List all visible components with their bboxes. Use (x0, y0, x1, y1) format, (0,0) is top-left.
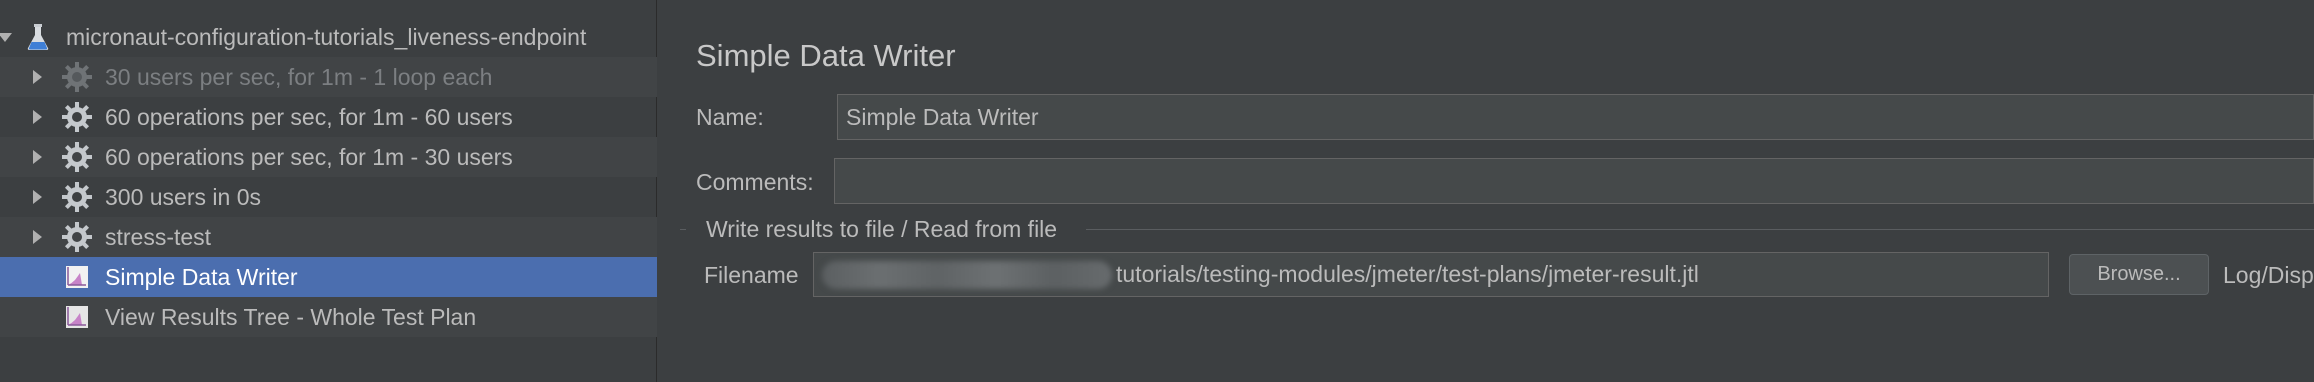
log-display-label: Log/Disp (2223, 262, 2314, 288)
tree-item-label: View Results Tree - Whole Test Plan (105, 304, 477, 330)
test-plan-tree: micronaut-configuration-tutorials_livene… (0, 0, 657, 382)
filename-field[interactable]: tutorials/testing-modules/jmeter/test-pl… (813, 252, 2049, 297)
flask-icon (22, 21, 54, 53)
gear-icon (61, 101, 93, 133)
group-border (1086, 229, 2314, 230)
expand-arrow-icon[interactable] (33, 230, 42, 244)
expand-arrow-icon[interactable] (33, 110, 42, 124)
comments-label: Comments: (696, 169, 814, 195)
expand-arrow-icon[interactable] (33, 150, 42, 164)
tree-item-thread-group[interactable]: stress-test (0, 217, 657, 257)
filename-field-value: tutorials/testing-modules/jmeter/test-pl… (1116, 261, 1699, 287)
tree-item-thread-group[interactable]: 60 operations per sec, for 1m - 60 users (0, 97, 657, 137)
chart-icon (61, 261, 93, 293)
tree-item-label: stress-test (105, 224, 212, 250)
jmeter-window: micronaut-configuration-tutorials_livene… (0, 0, 2314, 382)
expand-arrow-icon[interactable] (33, 190, 42, 204)
gear-icon (61, 141, 93, 173)
tree-item-thread-group[interactable]: 300 users in 0s (0, 177, 657, 217)
browse-button[interactable]: Browse... (2069, 254, 2209, 295)
tree-item-thread-group[interactable]: 30 users per sec, for 1m - 1 loop each (0, 57, 657, 97)
collapse-arrow-icon[interactable] (0, 33, 12, 42)
tree-item-label: 60 operations per sec, for 1m - 30 users (105, 144, 513, 170)
expand-arrow-icon[interactable] (33, 70, 42, 84)
gear-icon (61, 221, 93, 253)
tree-item-label: Simple Data Writer (105, 264, 298, 290)
tree-root-test-plan[interactable]: micronaut-configuration-tutorials_livene… (0, 17, 657, 57)
name-field[interactable]: Simple Data Writer (837, 94, 2314, 140)
group-title: Write results to file / Read from file (702, 215, 1062, 243)
filename-label: Filename (704, 262, 799, 288)
tree-item-label: 30 users per sec, for 1m - 1 loop each (105, 64, 493, 90)
element-config-panel: Simple Data Writer Name: Simple Data Wri… (672, 0, 2314, 382)
tree-item-thread-group[interactable]: 60 operations per sec, for 1m - 30 users (0, 137, 657, 177)
name-field-value: Simple Data Writer (846, 103, 1039, 130)
gear-icon (61, 61, 93, 93)
comments-field[interactable] (834, 158, 2314, 204)
gear-icon (61, 181, 93, 213)
tree-item-label: 60 operations per sec, for 1m - 60 users (105, 104, 513, 130)
group-border (680, 229, 686, 230)
tree-item-label: 300 users in 0s (105, 184, 261, 210)
tree-root-label: micronaut-configuration-tutorials_livene… (66, 24, 587, 50)
chart-icon (61, 301, 93, 333)
tree-item-simple-data-writer[interactable]: Simple Data Writer (0, 257, 657, 297)
panel-title: Simple Data Writer (696, 38, 956, 73)
redacted-path (822, 260, 1112, 289)
tree-empty-row (0, 337, 657, 382)
name-label: Name: (696, 104, 764, 130)
tree-item-view-results-tree[interactable]: View Results Tree - Whole Test Plan (0, 297, 657, 337)
